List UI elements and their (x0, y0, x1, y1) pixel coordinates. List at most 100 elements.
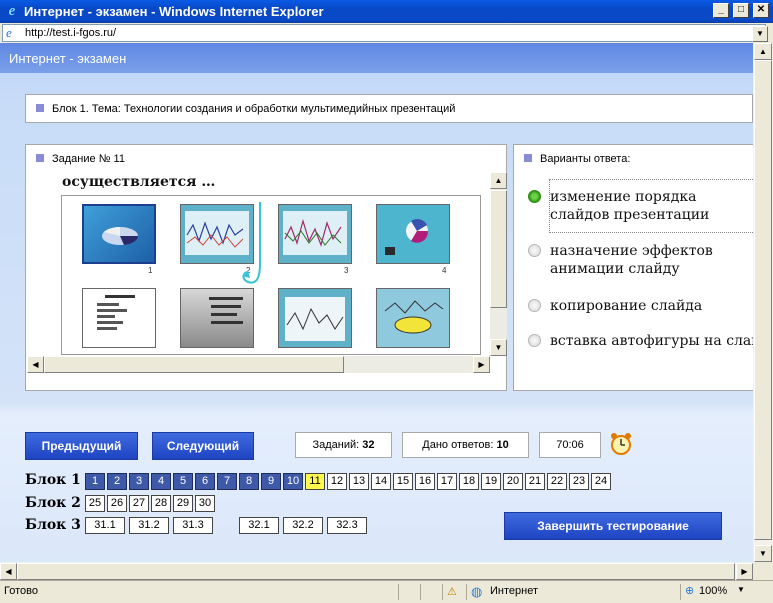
question-18-button[interactable]: 18 (459, 473, 479, 490)
page-content: Интернет - экзамен Блок 1. Тема: Техноло… (0, 43, 753, 562)
question-7-button[interactable]: 7 (217, 473, 237, 490)
question-5-button[interactable]: 5 (173, 473, 193, 490)
question-13-button[interactable]: 13 (349, 473, 369, 490)
task-panel: Задание № 11 осуществляется … 1 2 3 4 ▲ … (25, 144, 507, 391)
question-15-button[interactable]: 15 (393, 473, 413, 490)
scroll-right-button[interactable]: ▶ (736, 563, 753, 580)
task-vertical-scrollbar[interactable]: ▲ ▼ (490, 172, 507, 356)
answer-option-text[interactable]: вставка автофигуры на слайд (550, 333, 753, 349)
question-31-3-button[interactable]: 31.3 (173, 517, 213, 534)
question-27-button[interactable]: 27 (129, 495, 149, 512)
scroll-thumb[interactable] (17, 563, 735, 580)
question-4-button[interactable]: 4 (151, 473, 171, 490)
zoom-dropdown-icon[interactable]: ▼ (737, 585, 745, 594)
answer-option[interactable]: изменение порядка слайдов презентации (528, 188, 753, 224)
block-2-label: Блок 2 (25, 495, 81, 511)
chart-graphic (283, 211, 347, 255)
question-23-button[interactable]: 23 (569, 473, 589, 490)
zoom-icon[interactable]: ⊕ (685, 584, 694, 597)
alarm-clock-icon (611, 433, 631, 455)
question-14-button[interactable]: 14 (371, 473, 391, 490)
question-32-3-button[interactable]: 32.3 (327, 517, 367, 534)
answer-option[interactable]: назначение эффектов анимации слайду (528, 242, 753, 278)
chart-graphic (385, 219, 429, 255)
block-1-questions: 1 2 3 4 5 6 7 8 9 10 11 12 13 14 15 16 17 18 19 20 21 22 23 24 (85, 473, 613, 490)
question-24-button[interactable]: 24 (591, 473, 611, 490)
question-12-button[interactable]: 12 (327, 473, 347, 490)
question-28-button[interactable]: 28 (151, 495, 171, 512)
address-input[interactable]: e http://test.i-fgos.ru/ ▼ (2, 24, 768, 42)
scroll-down-button[interactable]: ▼ (490, 339, 507, 356)
question-30-button[interactable]: 30 (195, 495, 215, 512)
question-3-button[interactable]: 3 (129, 473, 149, 490)
address-dropdown-button[interactable]: ▼ (752, 26, 768, 42)
question-16-button[interactable]: 16 (415, 473, 435, 490)
question-2-button[interactable]: 2 (107, 473, 127, 490)
block-1-label: Блок 1 (25, 472, 81, 488)
question-26-button[interactable]: 26 (107, 495, 127, 512)
scroll-thumb[interactable] (44, 356, 344, 373)
page-vertical-scrollbar[interactable]: ▲ ▼ (753, 43, 773, 562)
close-button[interactable]: ✕ (753, 3, 769, 18)
protected-mode-icon[interactable]: ⚠ (447, 585, 457, 598)
answer-option[interactable]: вставка автофигуры на слайд (528, 332, 753, 350)
question-6-button[interactable]: 6 (195, 473, 215, 490)
question-31-1-button[interactable]: 31.1 (85, 517, 125, 534)
question-31-2-button[interactable]: 31.2 (129, 517, 169, 534)
page-horizontal-scrollbar[interactable]: ◀ ▶ (0, 562, 753, 580)
question-25-button[interactable]: 25 (85, 495, 105, 512)
question-19-button[interactable]: 19 (481, 473, 501, 490)
scroll-right-button[interactable]: ▶ (473, 356, 490, 373)
question-1-button[interactable]: 1 (85, 473, 105, 490)
bullet-icon (36, 154, 44, 162)
question-32-1-button[interactable]: 32.1 (239, 517, 279, 534)
scroll-left-button[interactable]: ◀ (0, 563, 17, 580)
chart-graphic (102, 227, 139, 245)
finish-test-button[interactable]: Завершить тестирование (504, 512, 722, 540)
scroll-up-button[interactable]: ▲ (490, 172, 507, 189)
answer-option-text[interactable]: копирование слайда (550, 298, 702, 314)
ie-logo-icon: e (8, 3, 16, 19)
radio-icon[interactable] (528, 299, 541, 312)
previous-button[interactable]: Предыдущий (25, 432, 138, 460)
question-17-button[interactable]: 17 (437, 473, 457, 490)
drag-arrow-icon (242, 202, 261, 284)
question-11-button[interactable]: 11 (305, 473, 325, 490)
answer-option[interactable]: копирование слайда (528, 297, 753, 315)
address-bar: e http://test.i-fgos.ru/ ▼ (0, 23, 773, 43)
slide-thumbnail (376, 288, 450, 348)
slide-number: 3 (344, 266, 349, 275)
scroll-up-button[interactable]: ▲ (754, 43, 772, 60)
slide-number: 1 (148, 266, 153, 275)
question-9-button[interactable]: 9 (261, 473, 281, 490)
address-url[interactable]: http://test.i-fgos.ru/ (25, 27, 116, 39)
zoom-level[interactable]: 100% (699, 585, 727, 597)
slide-thumbnail (278, 288, 352, 348)
window-title: Интернет - экзамен - Windows Internet Ex… (24, 4, 324, 19)
radio-icon[interactable] (528, 334, 541, 347)
question-21-button[interactable]: 21 (525, 473, 545, 490)
minimize-button[interactable]: _ (713, 3, 729, 18)
question-29-button[interactable]: 29 (173, 495, 193, 512)
answer-option-text[interactable]: назначение эффектов анимации слайду (550, 243, 713, 277)
question-20-button[interactable]: 20 (503, 473, 523, 490)
scroll-down-button[interactable]: ▼ (754, 545, 772, 562)
scroll-thumb[interactable] (754, 60, 772, 540)
radio-selected-icon[interactable] (528, 190, 541, 203)
question-8-button[interactable]: 8 (239, 473, 259, 490)
block-title: Блок 1. Тема: Технологии создания и обра… (52, 103, 456, 115)
maximize-button[interactable]: □ (733, 3, 749, 18)
block-2-questions: 25 26 27 28 29 30 (85, 495, 217, 512)
scroll-thumb[interactable] (490, 190, 507, 308)
slide-thumbnail (82, 288, 156, 348)
next-button[interactable]: Следующий (152, 432, 254, 460)
chart-graphic (384, 300, 444, 334)
question-22-button[interactable]: 22 (547, 473, 567, 490)
question-32-2-button[interactable]: 32.2 (283, 517, 323, 534)
radio-icon[interactable] (528, 244, 541, 257)
scroll-left-button[interactable]: ◀ (27, 356, 44, 373)
task-horizontal-scrollbar[interactable]: ◀ ▶ (27, 356, 490, 373)
answer-option-text[interactable]: изменение порядка слайдов презентации (550, 189, 709, 223)
question-10-button[interactable]: 10 (283, 473, 303, 490)
text-graphic (97, 295, 135, 330)
